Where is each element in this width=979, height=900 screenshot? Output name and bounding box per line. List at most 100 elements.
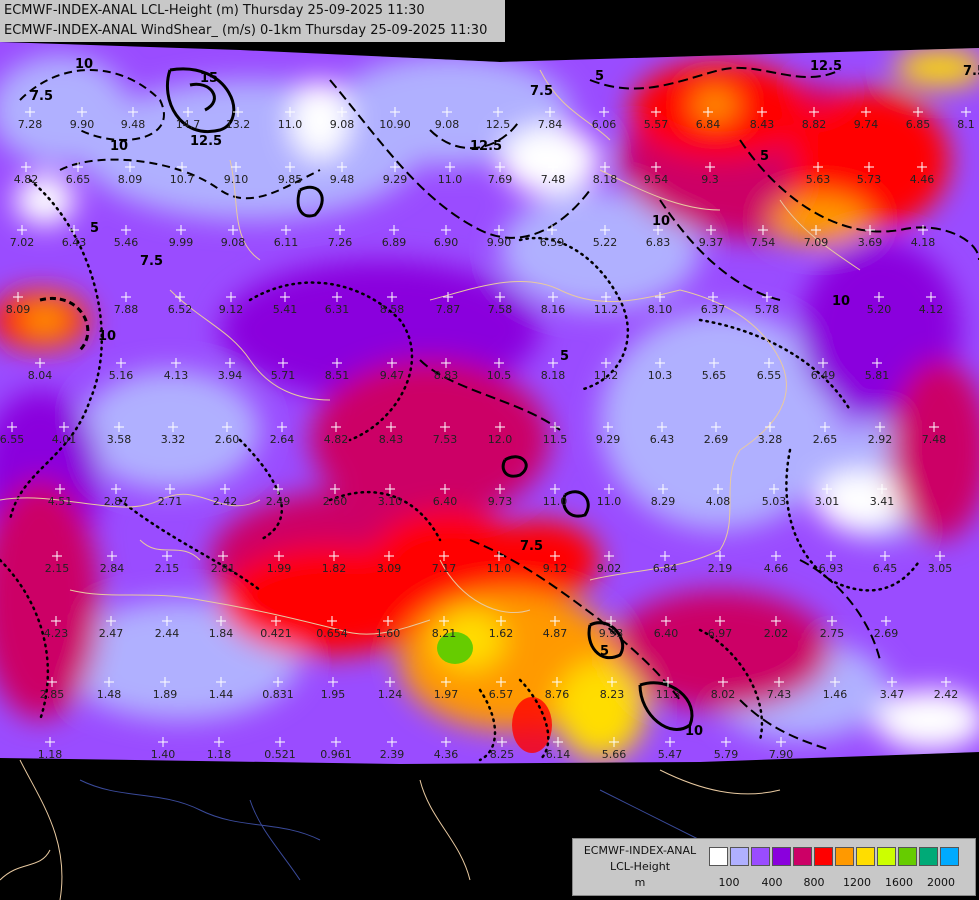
station-value: 8.29 [651,495,676,508]
station-value: 9.08 [330,118,355,131]
station-value: 9.02 [597,562,622,575]
station-value: 9.99 [169,236,194,249]
station-value: 2.42 [934,688,959,701]
station-value: 5.47 [658,748,683,761]
station-value: 1.89 [153,688,178,701]
station-value: 10.3 [648,369,673,382]
legend-tick: 400 [761,876,783,889]
station-value: 4.82 [324,433,349,446]
station-value: 1.82 [322,562,347,575]
station-value: 5.57 [644,118,669,131]
station-value: 8.02 [711,688,736,701]
station-value: 4.13 [164,369,189,382]
legend-swatch [772,847,791,866]
station-value: 8.04 [28,369,53,382]
station-value: 3.09 [377,562,402,575]
station-value: 1.40 [151,748,176,761]
station-value: 6.43 [62,236,87,249]
station-value: 4.01 [52,433,77,446]
station-value: 4.87 [543,627,568,640]
station-value: 2.85 [40,688,65,701]
station-value: 4.51 [48,495,73,508]
station-value: 4.08 [706,495,731,508]
legend-swatch [877,847,896,866]
station-value: 2.42 [213,495,238,508]
station-value: 9.08 [221,236,246,249]
station-value: 11.0 [438,173,463,186]
legend-swatch [898,847,917,866]
station-value: 3.69 [858,236,883,249]
station-value: 2.92 [868,433,893,446]
station-value: 9.29 [383,173,408,186]
station-value: 6.55 [0,433,24,446]
station-value: 9.10 [224,173,249,186]
station-value: 6.83 [646,236,671,249]
station-value: 2.19 [708,562,733,575]
station-value: 1.99 [267,562,292,575]
station-value: 7.54 [751,236,776,249]
station-value: 3.41 [870,495,895,508]
station-value: 3.94 [218,369,243,382]
legend-swatch [793,847,812,866]
station-value: 2.47 [99,627,124,640]
station-value: 1.95 [321,688,346,701]
station-value: 4.36 [434,748,459,761]
station-value: 8.09 [118,173,143,186]
station-value: 8.18 [593,173,618,186]
station-value: 9.12 [219,303,244,316]
station-value: 1.44 [209,688,234,701]
station-value: 8.25 [490,748,515,761]
station-value: 5.63 [806,173,831,186]
station-value: 9.90 [70,118,95,131]
station-value: 10.5 [487,369,512,382]
station-value: 7.17 [432,562,457,575]
station-value: 7.26 [328,236,353,249]
contour-label: 10 [685,724,703,739]
station-value: 2.69 [704,433,729,446]
station-value: 6.43 [650,433,675,446]
contour-label: 10 [98,329,116,344]
station-value: 6.49 [811,369,836,382]
station-value: 3.58 [107,433,132,446]
station-value: 6.59 [540,236,565,249]
contour-label: 12.5 [810,59,842,74]
station-value: 1.60 [376,627,401,640]
station-value: 7.43 [767,688,792,701]
station-value: 8.43 [750,118,775,131]
legend-units: m [634,876,646,889]
station-value: 5.22 [593,236,618,249]
legend-swatch [730,847,749,866]
station-value: 7.87 [436,303,461,316]
station-value: 9.48 [330,173,355,186]
legend-tick: 2000 [927,876,955,889]
station-value: 9.47 [380,369,405,382]
station-value: 5.20 [867,303,892,316]
station-value: 1.62 [489,627,514,640]
station-value: 5.78 [755,303,780,316]
legend-swatches [709,847,961,866]
station-value: 11.3 [656,688,681,701]
legend-ticks: 100 400 800 1200 1600 2000 [709,876,969,890]
station-value: 9.54 [644,173,669,186]
station-value: 1.46 [823,688,848,701]
station-value: 0.521 [264,748,296,761]
legend-swatch [919,847,938,866]
contour-label: 5 [600,644,609,659]
station-value: 2.15 [155,562,180,575]
station-value: 1.18 [207,748,232,761]
station-value: 1.97 [434,688,459,701]
legend-swatch [940,847,959,866]
station-value: 6.93 [819,562,844,575]
legend-tick: 1600 [885,876,913,889]
station-value: 11.0 [487,562,512,575]
legend-swatch [709,847,728,866]
station-value: 1.24 [378,688,403,701]
station-value: 8.82 [802,118,827,131]
station-value: 6.84 [653,562,678,575]
station-value: 3.10 [378,495,403,508]
station-value: 9.08 [435,118,460,131]
station-value: 10.90 [379,118,411,131]
station-value: 9.3 [701,173,719,186]
contour-label: 5 [760,149,769,164]
station-value: 2.64 [270,433,295,446]
